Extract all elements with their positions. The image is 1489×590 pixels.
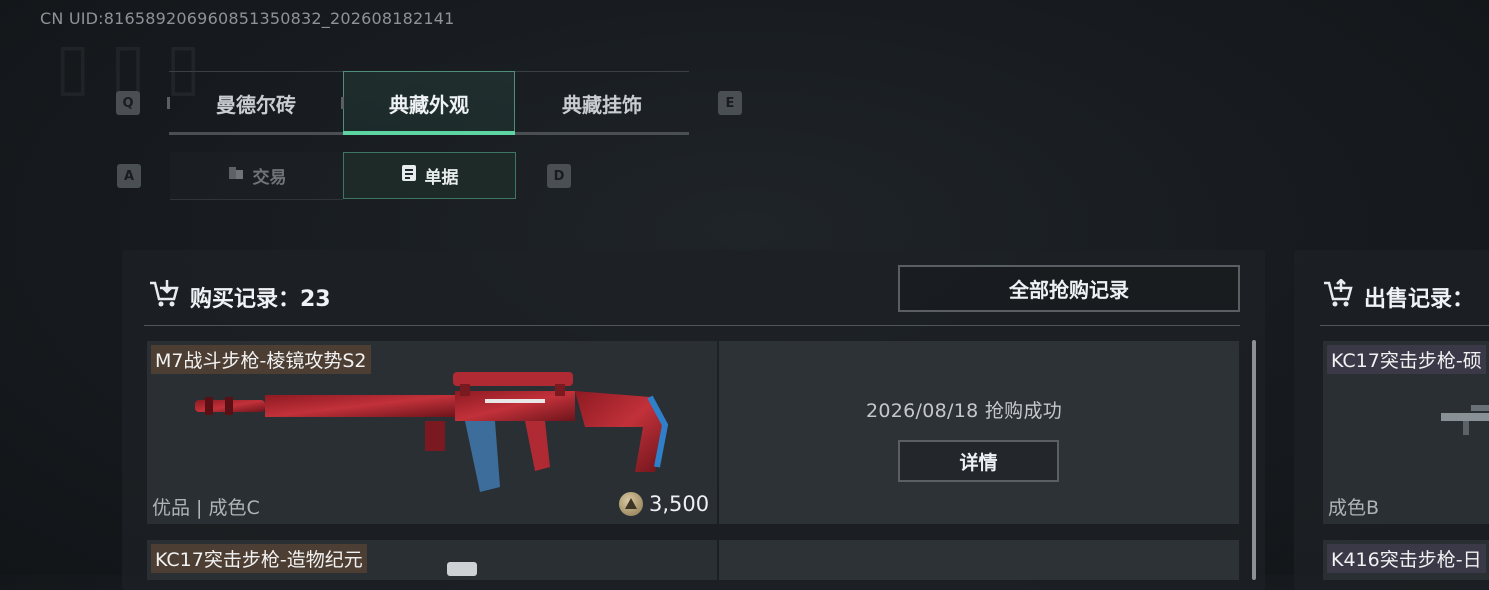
header-divider xyxy=(144,325,1240,326)
subtab-documents[interactable]: 单据 xyxy=(343,152,516,199)
subtab-documents-label: 单据 xyxy=(424,168,459,188)
tab-mandel-brick[interactable]: 曼德尔砖 xyxy=(169,72,343,134)
rifle-skin-image xyxy=(1441,399,1489,443)
purchase-status: 2026/08/18 抢购成功 xyxy=(866,400,1063,422)
item-name-tag: KC17突击步枪-造物纪元 xyxy=(151,544,367,573)
document-icon xyxy=(401,164,417,187)
key-hint-d: D xyxy=(547,164,571,188)
cart-download-icon xyxy=(148,279,180,315)
item-image-fragment xyxy=(447,562,477,576)
list-item-image-area[interactable]: M7战斗步枪-棱镜攻势S2 优品 | 成色C 3,500 xyxy=(147,341,717,524)
list-item-image-area[interactable]: KC17突击步枪-造物纪元 xyxy=(147,540,717,580)
details-button[interactable]: 详情 xyxy=(898,440,1059,482)
main-tab-bar: 曼德尔砖 典藏外观 典藏挂饰 xyxy=(169,71,689,136)
cart-upload-icon xyxy=(1322,278,1354,315)
purchase-records-header: 购买记录：23 xyxy=(148,279,331,315)
rifle-skin-image xyxy=(195,367,675,511)
item-quality: 成色B xyxy=(1328,497,1380,519)
key-hint-a: A xyxy=(117,164,141,188)
key-hint-e: E xyxy=(718,91,742,115)
subtab-trade[interactable]: 交易 xyxy=(170,152,343,200)
tab-collection-skins[interactable]: 典藏外观 xyxy=(343,71,515,135)
list-item-image-area[interactable]: K416突击步枪-日 xyxy=(1323,540,1489,580)
list-item-status-area: 2026/08/18 抢购成功 详情 xyxy=(719,341,1239,524)
tab-active-indicator xyxy=(343,131,515,135)
list-item-status-area xyxy=(719,540,1239,580)
item-price-value: 3,500 xyxy=(649,492,710,516)
key-hint-q: Q xyxy=(116,91,140,115)
purchase-records-title: 购买记录：23 xyxy=(190,287,331,312)
list-item-image-area[interactable]: KC17突击步枪-硕 成色B xyxy=(1323,341,1489,524)
tab-separator xyxy=(341,97,344,109)
uid-label: CN UID:816589206960851350832_20260818214… xyxy=(40,9,455,28)
currency-coin-icon xyxy=(619,492,643,516)
item-quality: 优品 | 成色C xyxy=(152,497,260,519)
sub-tab-bar: 交易 单据 xyxy=(170,152,516,200)
item-price: 3,500 xyxy=(619,492,709,516)
item-name-tag: KC17突击步枪-硕 xyxy=(1327,345,1486,374)
item-name-tag: K416突击步枪-日 xyxy=(1327,544,1486,573)
tab-separator xyxy=(167,97,170,109)
header-divider xyxy=(1320,325,1489,326)
sale-records-title: 出售记录： xyxy=(1364,287,1475,312)
tab-collection-charms[interactable]: 典藏挂饰 xyxy=(515,72,689,134)
subtab-trade-label: 交易 xyxy=(252,168,287,188)
sale-records-header: 出售记录： xyxy=(1322,278,1475,315)
trade-icon xyxy=(227,164,245,187)
list-scrollbar[interactable] xyxy=(1252,340,1256,580)
all-purchase-records-button[interactable]: 全部抢购记录 xyxy=(898,265,1240,312)
